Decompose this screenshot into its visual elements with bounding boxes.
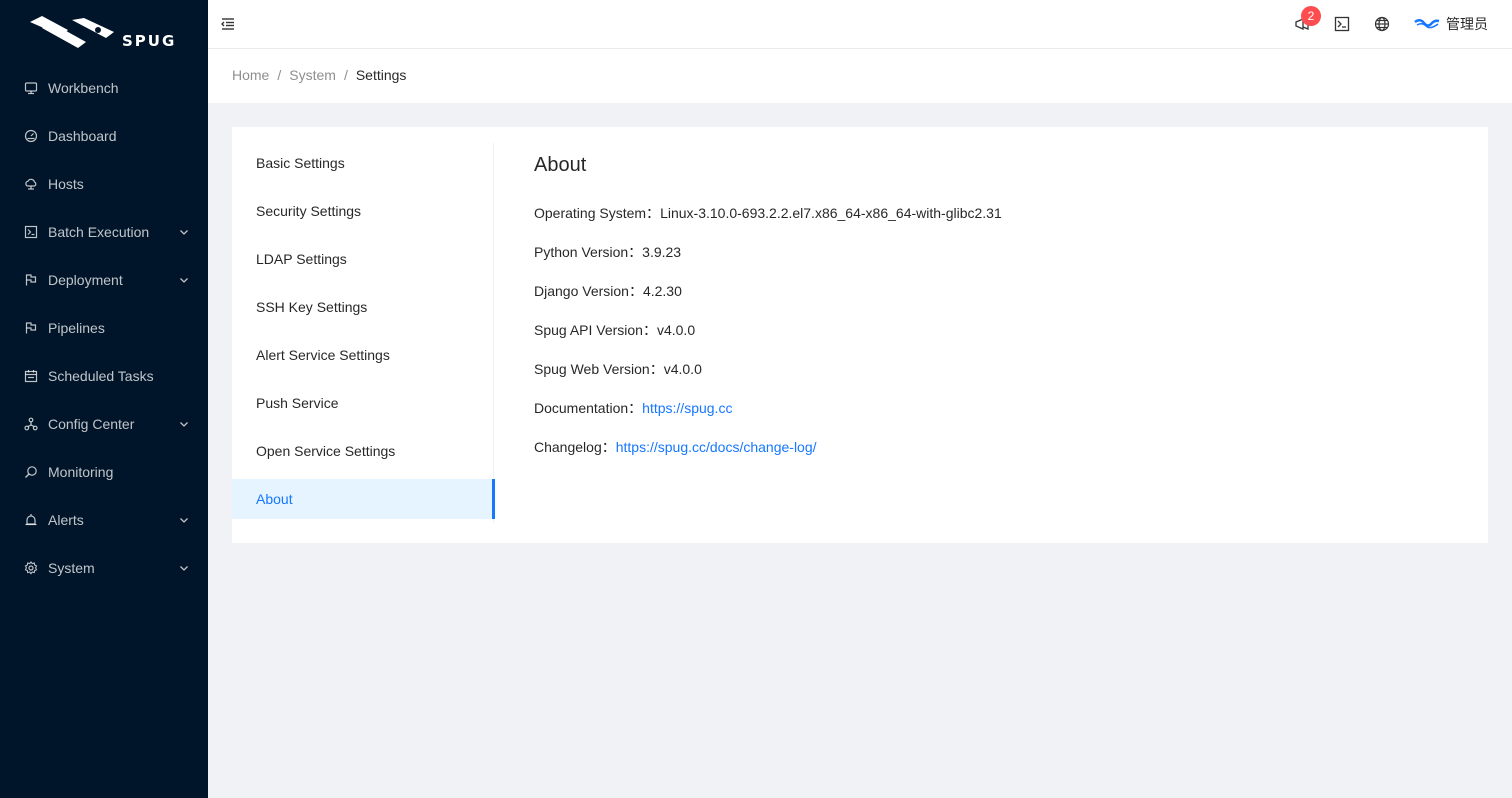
sidebar-item-deployment[interactable]: Deployment xyxy=(0,260,208,300)
schedule-icon xyxy=(24,369,38,383)
flag-icon xyxy=(24,273,38,287)
sidebar-item-monitoring[interactable]: Monitoring xyxy=(0,452,208,492)
sidebar-item-label: Pipelines xyxy=(48,320,105,336)
sidebar-item-label: Hosts xyxy=(48,176,84,192)
header: 2 管理员 xyxy=(208,0,1512,48)
about-row: Documentation：https://spug.cc xyxy=(534,398,1448,437)
about-row: Python Version：3.9.23 xyxy=(534,242,1448,281)
about-row-label: Changelog： xyxy=(534,439,616,455)
sidebar-item-system[interactable]: System xyxy=(0,548,208,588)
sidebar-item-label: Batch Execution xyxy=(48,224,150,240)
about-panel: About Operating System：Linux-3.10.0-693.… xyxy=(534,151,1448,476)
sidebar-item-label: Scheduled Tasks xyxy=(48,368,154,384)
setting-icon xyxy=(24,561,38,575)
logo-text: SPUG xyxy=(122,32,176,50)
sidebar-item-alerts[interactable]: Alerts xyxy=(0,500,208,540)
flag-icon xyxy=(24,321,38,335)
sidebar-item-label: Config Center xyxy=(48,416,135,432)
notification-badge: 2 xyxy=(1301,6,1321,26)
monitor-search-icon xyxy=(24,465,38,479)
about-row-value: v4.0.0 xyxy=(663,361,702,377)
avatar xyxy=(1414,19,1440,29)
sidebar-item-workbench[interactable]: Workbench xyxy=(0,68,208,108)
breadcrumb-system[interactable]: System xyxy=(289,67,336,83)
about-row-label: Python Version： xyxy=(534,244,643,260)
sidebar-item-hosts[interactable]: Hosts xyxy=(0,164,208,204)
about-row: Operating System：Linux-3.10.0-693.2.2.el… xyxy=(534,203,1448,242)
breadcrumb: Home / System / Settings xyxy=(208,49,1512,103)
chevron-down-icon xyxy=(180,230,188,235)
about-row: Spug API Version：v4.0.0 xyxy=(534,320,1448,359)
tab-ssh-key-settings[interactable]: SSH Key Settings xyxy=(232,287,493,327)
tab-security-settings[interactable]: Security Settings xyxy=(232,191,493,231)
about-row-label: Operating System： xyxy=(534,205,661,221)
user-name: 管理员 xyxy=(1446,16,1488,32)
sidebar-item-label: Monitoring xyxy=(48,464,114,480)
about-row-link[interactable]: https://spug.cc/docs/change-log/ xyxy=(616,439,817,455)
settings-tabs: Basic Settings Security Settings LDAP Sett… xyxy=(232,143,495,523)
tab-about[interactable]: About xyxy=(232,479,495,519)
notification-button[interactable]: 2 xyxy=(1282,0,1322,48)
sidebar-item-label: Deployment xyxy=(48,272,123,288)
tab-basic-settings[interactable]: Basic Settings xyxy=(232,143,493,183)
about-row: Spug Web Version：v4.0.0 xyxy=(534,359,1448,398)
deployment-unit-icon xyxy=(24,417,38,431)
sidebar-item-label: Workbench xyxy=(48,80,119,96)
sidebar-item-pipelines[interactable]: Pipelines xyxy=(0,308,208,348)
alarm-icon xyxy=(24,513,38,527)
about-row-label: Documentation： xyxy=(534,400,643,416)
sidebar: SPUG Workbench Dashboard Hosts Batch Execut… xyxy=(0,0,208,798)
about-row-value: Linux-3.10.0-693.2.2.el7.x86_64-x86_64-w… xyxy=(660,205,1002,221)
dashboard-icon xyxy=(24,129,38,143)
chevron-down-icon xyxy=(180,566,188,571)
web-terminal-button[interactable] xyxy=(1322,0,1362,48)
chevron-down-icon xyxy=(180,278,188,283)
breadcrumb-home[interactable]: Home xyxy=(232,67,269,83)
about-title: About xyxy=(534,154,587,176)
chevron-down-icon xyxy=(180,422,188,427)
tab-ldap-settings[interactable]: LDAP Settings xyxy=(232,239,493,279)
about-row-value: 3.9.23 xyxy=(642,244,682,260)
about-info: Operating System：Linux-3.10.0-693.2.2.el… xyxy=(534,203,1448,476)
code-icon xyxy=(24,225,38,239)
desktop-icon xyxy=(24,81,38,95)
about-row: Django Version：4.2.30 xyxy=(534,281,1448,320)
about-row-label: Spug Web Version： xyxy=(534,361,664,377)
about-row-value: 4.2.30 xyxy=(642,283,682,299)
language-button[interactable] xyxy=(1362,0,1402,48)
tab-push-service[interactable]: Push Service xyxy=(232,383,493,423)
sidebar-item-scheduled-tasks[interactable]: Scheduled Tasks xyxy=(0,356,208,396)
cloud-server-icon xyxy=(24,177,38,191)
globe-icon xyxy=(1374,16,1390,32)
tab-alert-service-settings[interactable]: Alert Service Settings xyxy=(232,335,493,375)
chevron-down-icon xyxy=(180,518,188,523)
terminal-icon xyxy=(1334,16,1350,32)
sidebar-item-config-center[interactable]: Config Center xyxy=(0,404,208,444)
about-row-value: v4.0.0 xyxy=(656,322,696,338)
settings-card: Basic Settings Security Settings LDAP Sett… xyxy=(232,127,1488,543)
about-row-label: Spug API Version： xyxy=(534,322,657,338)
breadcrumb-settings: Settings xyxy=(355,67,407,83)
user-menu[interactable]: 管理员 xyxy=(1402,0,1512,48)
about-row-link[interactable]: https://spug.cc xyxy=(642,400,732,416)
logo[interactable]: SPUG xyxy=(0,0,208,64)
header-actions: 2 管理员 xyxy=(1282,0,1512,48)
sidebar-menu: Workbench Dashboard Hosts Batch Execution De… xyxy=(0,68,208,588)
sidebar-item-dashboard[interactable]: Dashboard xyxy=(0,116,208,156)
sidebar-item-label: Dashboard xyxy=(48,128,117,144)
tab-open-service-settings[interactable]: Open Service Settings xyxy=(232,431,493,471)
about-row: Changelog：https://spug.cc/docs/change-lo… xyxy=(534,437,1448,476)
sidebar-item-batch-execution[interactable]: Batch Execution xyxy=(0,212,208,252)
about-row-label: Django Version： xyxy=(534,283,643,299)
menu-fold-icon[interactable] xyxy=(220,16,236,32)
sidebar-item-label: System xyxy=(48,560,95,576)
spug-logo-icon: SPUG xyxy=(30,16,176,50)
sidebar-item-label: Alerts xyxy=(48,512,84,528)
